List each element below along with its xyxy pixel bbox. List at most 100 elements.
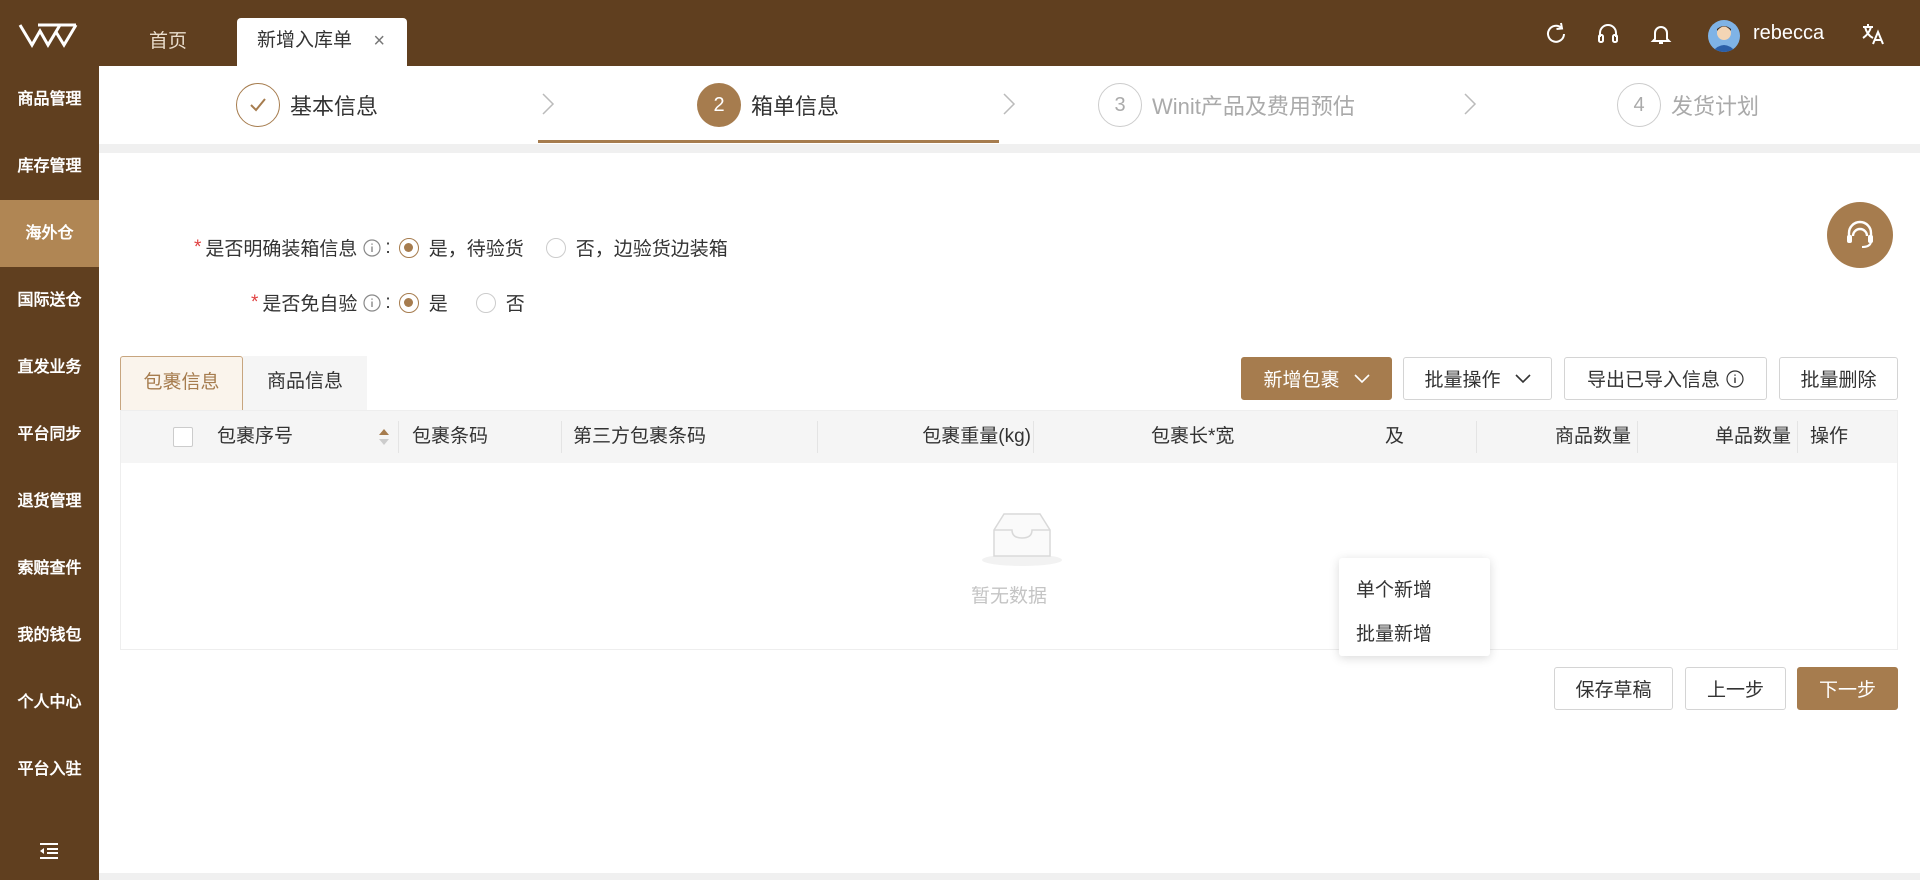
- col-goods-qty: 商品数量: [1554, 426, 1631, 447]
- step-packing-info[interactable]: 2 箱单信息: [697, 83, 839, 127]
- sidebar-item-wallet[interactable]: 我的钱包: [0, 602, 99, 669]
- field-label: 是否明确装箱信息: [205, 239, 358, 260]
- colon: :: [385, 291, 391, 313]
- translate-icon[interactable]: [1859, 20, 1887, 48]
- tab-parcel-info[interactable]: 包裹信息: [120, 356, 243, 410]
- column-divider: [1476, 421, 1477, 453]
- button-label: 新增包裹: [1263, 370, 1340, 391]
- column-divider: [1637, 421, 1638, 453]
- col-third-barcode: 第三方包裹条码: [573, 426, 707, 447]
- support-agent-icon: [1847, 220, 1873, 248]
- empty-text: 暂无数据: [970, 586, 1047, 607]
- info-icon: [1726, 369, 1744, 388]
- info-icon[interactable]: [363, 238, 382, 257]
- radio-exempt-no[interactable]: 否: [475, 289, 525, 316]
- radio-label: 否: [505, 294, 525, 315]
- col-dimensions-tail: 及: [1385, 426, 1405, 447]
- step-number: 3: [1098, 83, 1142, 127]
- refresh-icon[interactable]: [1542, 20, 1570, 48]
- radio-button[interactable]: [475, 292, 496, 313]
- column-divider: [1033, 421, 1034, 453]
- radio-button[interactable]: [398, 292, 419, 313]
- chevron-right-icon: [1003, 93, 1016, 115]
- step-label: 发货计划: [1671, 94, 1760, 119]
- sidebar-item-product[interactable]: 商品管理: [0, 66, 99, 133]
- top-bar: 首页 新增入库单 × rebecca: [0, 0, 1920, 66]
- export-imported-button[interactable]: 导出已导入信息: [1564, 357, 1767, 400]
- bell-icon[interactable]: [1647, 20, 1675, 48]
- radio-label: 否，边验货边装箱: [575, 239, 728, 260]
- sidebar-item-profile[interactable]: 个人中心: [0, 669, 99, 736]
- button-label: 批量操作: [1424, 370, 1501, 391]
- col-operations: 操作: [1810, 426, 1849, 447]
- radio-button[interactable]: [398, 237, 419, 258]
- column-divider: [817, 421, 818, 453]
- tab-home[interactable]: 首页: [126, 18, 210, 66]
- required-mark: *: [194, 236, 202, 258]
- column-divider: [561, 421, 562, 453]
- prev-step-button[interactable]: 上一步: [1685, 667, 1786, 710]
- sidebar-item-platform-join[interactable]: 平台入驻: [0, 736, 99, 803]
- radio-exempt-yes[interactable]: 是: [398, 289, 448, 316]
- radio-label: 是: [428, 294, 448, 315]
- sidebar-item-intl-delivery[interactable]: 国际送仓: [0, 267, 99, 334]
- radio-packing-no[interactable]: 否，边验货边装箱: [545, 234, 728, 261]
- main-panel: * 是否明确装箱信息 : 是，待验货 否，边验货边装箱 * 是否免自验 : 是 …: [99, 153, 1920, 873]
- tab-goods-info[interactable]: 商品信息: [243, 356, 367, 410]
- tab-new-inbound[interactable]: 新增入库单 ×: [237, 18, 407, 66]
- select-all-checkbox[interactable]: [173, 427, 193, 447]
- column-divider: [398, 421, 399, 453]
- form-row-packing-known: * 是否明确装箱信息 : 是，待验货 否，边验货边装箱: [194, 234, 728, 261]
- sidebar-item-direct-shipping[interactable]: 直发业务: [0, 334, 99, 401]
- step-number: 4: [1617, 83, 1661, 127]
- sidebar-item-claims[interactable]: 索赔查件: [0, 535, 99, 602]
- col-weight: 包裹重量(kg): [922, 426, 1031, 447]
- batch-delete-button[interactable]: 批量删除: [1779, 357, 1898, 400]
- radio-label: 是，待验货: [428, 239, 524, 260]
- step-label: 基本信息: [290, 94, 379, 119]
- sidebar-item-inventory[interactable]: 库存管理: [0, 133, 99, 200]
- chevron-down-icon: [1353, 373, 1370, 383]
- button-label: 导出已导入信息: [1586, 370, 1720, 391]
- next-step-button[interactable]: 下一步: [1797, 667, 1898, 710]
- sidebar-item-overseas-warehouse[interactable]: 海外仓: [0, 200, 99, 267]
- sidebar-item-returns[interactable]: 退货管理: [0, 468, 99, 535]
- col-dimensions: 包裹长*宽: [1151, 426, 1235, 447]
- col-unit-qty: 单品数量: [1714, 426, 1791, 447]
- radio-packing-yes[interactable]: 是，待验货: [398, 234, 524, 261]
- save-draft-button[interactable]: 保存草稿: [1554, 667, 1673, 710]
- menu-item-single-add[interactable]: 单个新增: [1356, 575, 1432, 602]
- col-barcode: 包裹条码: [412, 426, 489, 447]
- form-row-self-inspection: * 是否免自验 : 是 否: [251, 289, 525, 316]
- step-label: 箱单信息: [751, 94, 840, 119]
- sidebar: 商品管理 库存管理 海外仓 国际送仓 直发业务 平台同步 退货管理 索赔查件 我…: [0, 66, 99, 880]
- info-icon[interactable]: [363, 293, 382, 312]
- column-divider: [1797, 421, 1798, 453]
- username[interactable]: rebecca: [1753, 22, 1824, 45]
- headset-icon[interactable]: [1594, 20, 1622, 48]
- menu-item-batch-add[interactable]: 批量新增: [1356, 619, 1432, 646]
- active-step-underline: [538, 140, 999, 143]
- parcel-table: 包裹序号 包裹条码 第三方包裹条码 包裹重量(kg) 包裹长*宽 及 商品数量 …: [120, 410, 1898, 650]
- avatar[interactable]: [1708, 20, 1740, 52]
- sort-icon[interactable]: [378, 427, 390, 447]
- step-number: 2: [697, 83, 741, 127]
- add-parcel-button[interactable]: 新增包裹: [1241, 357, 1392, 400]
- radio-button[interactable]: [545, 237, 566, 258]
- col-seq: 包裹序号: [217, 426, 294, 447]
- check-icon: [236, 83, 280, 127]
- batch-ops-button[interactable]: 批量操作: [1403, 357, 1552, 400]
- tab-new-inbound-label: 新增入库单: [257, 30, 353, 51]
- chevron-right-icon: [1464, 93, 1477, 115]
- step-product-fee[interactable]: 3 Winit产品及费用预估: [1098, 83, 1355, 127]
- chevron-down-icon: [1514, 373, 1531, 383]
- menu-collapse-icon[interactable]: [38, 842, 60, 860]
- brand-logo[interactable]: [18, 22, 78, 48]
- table-header: 包裹序号 包裹条码 第三方包裹条码 包裹重量(kg) 包裹长*宽 及 商品数量 …: [121, 411, 1897, 463]
- customer-service-button[interactable]: [1827, 202, 1893, 268]
- empty-inbox-icon: [982, 513, 1062, 566]
- close-icon[interactable]: ×: [373, 18, 385, 64]
- step-basic-info[interactable]: 基本信息: [236, 83, 378, 127]
- sidebar-item-platform-sync[interactable]: 平台同步: [0, 401, 99, 468]
- step-shipping-plan[interactable]: 4 发货计划: [1617, 83, 1759, 127]
